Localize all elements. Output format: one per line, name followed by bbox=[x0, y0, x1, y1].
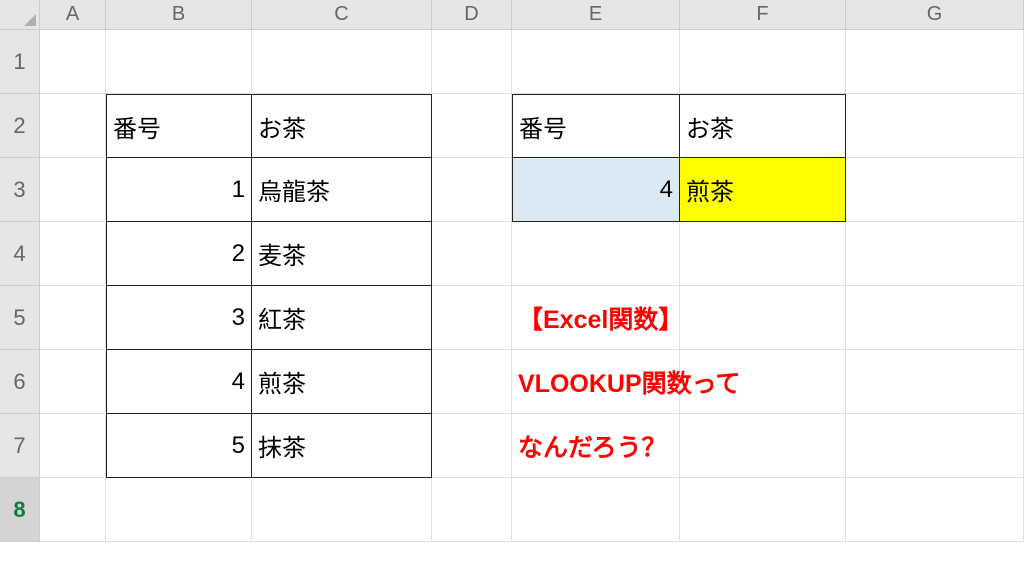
cell-A2[interactable] bbox=[40, 94, 106, 158]
row-header-1[interactable]: 1 bbox=[0, 30, 40, 94]
cell-C4[interactable]: 麦茶 bbox=[252, 222, 432, 286]
cell-C3[interactable]: 烏龍茶 bbox=[252, 158, 432, 222]
cell-G1[interactable] bbox=[846, 30, 1024, 94]
cell-C2[interactable]: お茶 bbox=[252, 94, 432, 158]
select-all-corner[interactable] bbox=[0, 0, 40, 30]
cell-D4[interactable] bbox=[432, 222, 512, 286]
row-headers-col: 1 2 3 4 5 6 7 8 bbox=[0, 30, 40, 542]
cell-E5[interactable]: 【Excel関数】 bbox=[512, 286, 680, 350]
cell-A3[interactable] bbox=[40, 158, 106, 222]
row-header-5[interactable]: 5 bbox=[0, 286, 40, 350]
row-header-4[interactable]: 4 bbox=[0, 222, 40, 286]
cell-B5[interactable]: 3 bbox=[106, 286, 252, 350]
cell-F3[interactable]: 煎茶 bbox=[680, 158, 846, 222]
cell-C1[interactable] bbox=[252, 30, 432, 94]
cell-D3[interactable] bbox=[432, 158, 512, 222]
row-header-2[interactable]: 2 bbox=[0, 94, 40, 158]
cell-A4[interactable] bbox=[40, 222, 106, 286]
cell-E2[interactable]: 番号 bbox=[512, 94, 680, 158]
cell-G4[interactable] bbox=[846, 222, 1024, 286]
cell-A6[interactable] bbox=[40, 350, 106, 414]
spreadsheet: A B C D E F G 1 2 3 4 5 6 7 8 番号 bbox=[0, 0, 1024, 569]
row-header-3[interactable]: 3 bbox=[0, 158, 40, 222]
row-header-8[interactable]: 8 bbox=[0, 478, 40, 542]
cell-B7[interactable]: 5 bbox=[106, 414, 252, 478]
cell-C7[interactable]: 抹茶 bbox=[252, 414, 432, 478]
col-header-F[interactable]: F bbox=[680, 0, 846, 30]
cell-A7[interactable] bbox=[40, 414, 106, 478]
cell-B2[interactable]: 番号 bbox=[106, 94, 252, 158]
cell-B6[interactable]: 4 bbox=[106, 350, 252, 414]
cell-B8[interactable] bbox=[106, 478, 252, 542]
cell-D5[interactable] bbox=[432, 286, 512, 350]
cell-F7[interactable] bbox=[680, 414, 846, 478]
cell-E1[interactable] bbox=[512, 30, 680, 94]
row-header-7[interactable]: 7 bbox=[0, 414, 40, 478]
cell-D1[interactable] bbox=[432, 30, 512, 94]
cell-A8[interactable] bbox=[40, 478, 106, 542]
cell-F8[interactable] bbox=[680, 478, 846, 542]
cell-D2[interactable] bbox=[432, 94, 512, 158]
annotation-line3: なんだろう？ bbox=[518, 428, 667, 464]
cell-G8[interactable] bbox=[846, 478, 1024, 542]
col-header-B[interactable]: B bbox=[106, 0, 252, 30]
cell-G2[interactable] bbox=[846, 94, 1024, 158]
cell-E6[interactable]: VLOOKUP関数って bbox=[512, 350, 680, 414]
cell-C8[interactable] bbox=[252, 478, 432, 542]
cell-B1[interactable] bbox=[106, 30, 252, 94]
col-header-D[interactable]: D bbox=[432, 0, 512, 30]
cell-E3[interactable]: 4 bbox=[512, 158, 680, 222]
cell-D8[interactable] bbox=[432, 478, 512, 542]
cell-E7[interactable]: なんだろう？ bbox=[512, 414, 680, 478]
cell-G7[interactable] bbox=[846, 414, 1024, 478]
cells-grid: 番号 お茶 番号 お茶 1 烏龍茶 4 煎茶 2 麦茶 bbox=[40, 30, 1024, 542]
cell-D7[interactable] bbox=[432, 414, 512, 478]
annotation-line1: 【Excel関数】 bbox=[518, 300, 683, 336]
col-header-E[interactable]: E bbox=[512, 0, 680, 30]
cell-E4[interactable] bbox=[512, 222, 680, 286]
cell-B3[interactable]: 1 bbox=[106, 158, 252, 222]
cell-C6[interactable]: 煎茶 bbox=[252, 350, 432, 414]
column-headers-row: A B C D E F G bbox=[0, 0, 1024, 30]
annotation-line2: VLOOKUP関数って bbox=[518, 364, 740, 400]
col-header-A[interactable]: A bbox=[40, 0, 106, 30]
cell-G5[interactable] bbox=[846, 286, 1024, 350]
cell-F2[interactable]: お茶 bbox=[680, 94, 846, 158]
cell-C5[interactable]: 紅茶 bbox=[252, 286, 432, 350]
cell-G3[interactable] bbox=[846, 158, 1024, 222]
cell-F1[interactable] bbox=[680, 30, 846, 94]
col-header-C[interactable]: C bbox=[252, 0, 432, 30]
cell-F5[interactable] bbox=[680, 286, 846, 350]
cell-D6[interactable] bbox=[432, 350, 512, 414]
col-header-G[interactable]: G bbox=[846, 0, 1024, 30]
cell-A5[interactable] bbox=[40, 286, 106, 350]
cell-E8[interactable] bbox=[512, 478, 680, 542]
cell-F4[interactable] bbox=[680, 222, 846, 286]
cell-G6[interactable] bbox=[846, 350, 1024, 414]
row-header-6[interactable]: 6 bbox=[0, 350, 40, 414]
cell-B4[interactable]: 2 bbox=[106, 222, 252, 286]
cell-A1[interactable] bbox=[40, 30, 106, 94]
